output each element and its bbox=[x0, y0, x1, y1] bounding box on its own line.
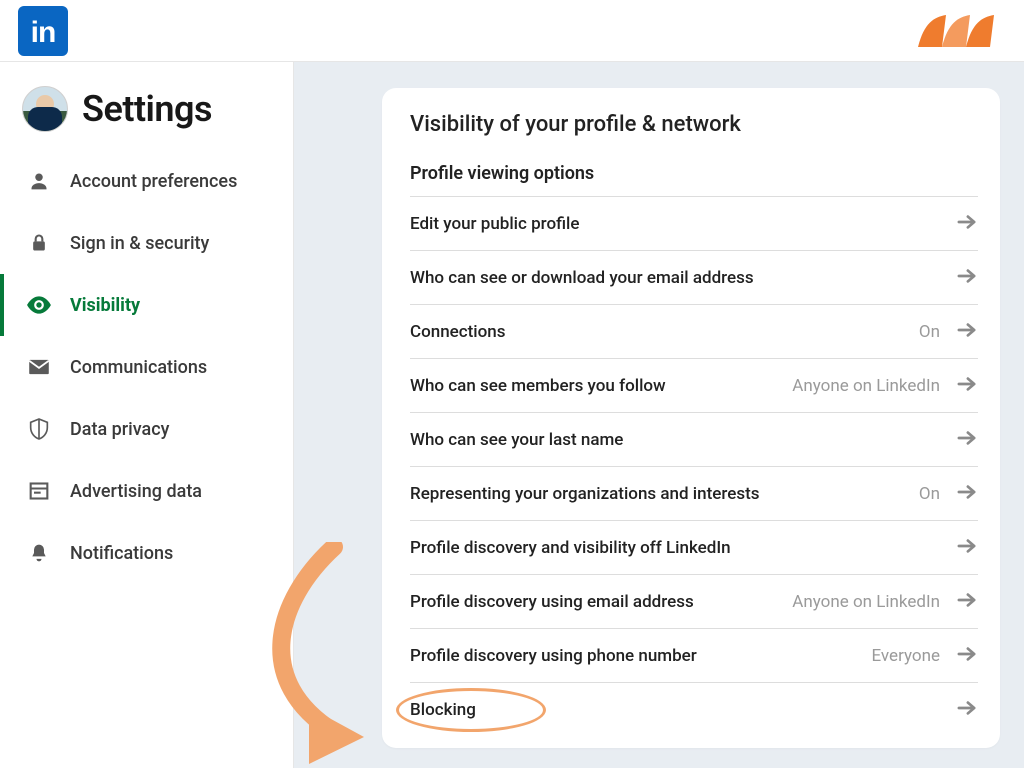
setting-row-label: Blocking bbox=[410, 700, 476, 720]
setting-row-value: Anyone on LinkedIn bbox=[792, 592, 940, 612]
setting-row-blocking[interactable]: Blocking bbox=[410, 683, 978, 737]
arrow-right-icon bbox=[956, 213, 978, 235]
arrow-right-icon bbox=[956, 645, 978, 667]
setting-row-label: Who can see your last name bbox=[410, 430, 623, 450]
setting-row-value: On bbox=[919, 484, 940, 504]
setting-row-label: Profile discovery using phone number bbox=[410, 646, 697, 666]
setting-row-label: Who can see members you follow bbox=[410, 376, 666, 396]
sidebar-item-advertising-data[interactable]: Advertising data bbox=[0, 460, 293, 522]
section-title: Visibility of your profile & network bbox=[410, 112, 978, 137]
person-icon bbox=[26, 171, 52, 191]
sidebar-item-label: Sign in & security bbox=[70, 233, 209, 254]
group-title: Profile viewing options bbox=[410, 163, 978, 184]
sidebar-item-communications[interactable]: Communications bbox=[0, 336, 293, 398]
sidebar-item-visibility[interactable]: Visibility bbox=[0, 274, 293, 336]
arrow-right-icon bbox=[956, 321, 978, 343]
linkedin-logo-text: in bbox=[31, 16, 56, 50]
settings-rows: Edit your public profile Who can see or d… bbox=[410, 196, 978, 737]
shield-icon bbox=[26, 418, 52, 440]
setting-row-label: Profile discovery and visibility off Lin… bbox=[410, 538, 731, 558]
arrow-right-icon bbox=[956, 375, 978, 397]
setting-row-profile-discovery-using-email-address[interactable]: Profile discovery using email address Any… bbox=[410, 575, 978, 629]
setting-row-who-can-see-members-you-follow[interactable]: Who can see members you follow Anyone on … bbox=[410, 359, 978, 413]
setting-row-label: Representing your organizations and inte… bbox=[410, 484, 760, 504]
setting-row-value: Everyone bbox=[871, 646, 940, 666]
bell-icon bbox=[26, 542, 52, 564]
eye-icon bbox=[26, 296, 52, 314]
setting-row-connections[interactable]: Connections On bbox=[410, 305, 978, 359]
arrow-right-icon bbox=[956, 267, 978, 289]
main-area: Visibility of your profile & network Pro… bbox=[294, 62, 1024, 768]
settings-sidebar: Settings Account preferences Sign in & se… bbox=[0, 62, 294, 768]
setting-row-value: Anyone on LinkedIn bbox=[792, 376, 940, 396]
sidebar-item-label: Notifications bbox=[70, 543, 173, 564]
arrow-right-icon bbox=[956, 591, 978, 613]
sidebar-item-label: Advertising data bbox=[70, 481, 202, 502]
avatar[interactable] bbox=[22, 86, 68, 132]
brand-waves-logo bbox=[912, 11, 1008, 51]
window-icon bbox=[26, 481, 52, 501]
sidebar-item-notifications[interactable]: Notifications bbox=[0, 522, 293, 584]
settings-nav: Account preferences Sign in & security Vis… bbox=[0, 150, 293, 584]
mail-icon bbox=[26, 359, 52, 375]
arrow-right-icon bbox=[956, 699, 978, 721]
setting-row-label: Edit your public profile bbox=[410, 214, 579, 234]
linkedin-logo[interactable]: in bbox=[18, 6, 68, 56]
sidebar-header: Settings bbox=[0, 86, 293, 150]
sidebar-item-sign-in-security[interactable]: Sign in & security bbox=[0, 212, 293, 274]
arrow-right-icon bbox=[956, 537, 978, 559]
sidebar-item-data-privacy[interactable]: Data privacy bbox=[0, 398, 293, 460]
setting-row-representing-your-organizations-and-interests[interactable]: Representing your organizations and inte… bbox=[410, 467, 978, 521]
setting-row-profile-discovery-and-visibility-off-linkedin[interactable]: Profile discovery and visibility off Lin… bbox=[410, 521, 978, 575]
sidebar-item-label: Data privacy bbox=[70, 419, 169, 440]
setting-row-label: Who can see or download your email addre… bbox=[410, 268, 754, 288]
setting-row-who-can-see-your-last-name[interactable]: Who can see your last name bbox=[410, 413, 978, 467]
sidebar-item-account-preferences[interactable]: Account preferences bbox=[0, 150, 293, 212]
visibility-card: Visibility of your profile & network Pro… bbox=[382, 88, 1000, 748]
page-title: Settings bbox=[82, 88, 212, 130]
sidebar-item-label: Visibility bbox=[70, 295, 140, 316]
setting-row-profile-discovery-using-phone-number[interactable]: Profile discovery using phone number Ever… bbox=[410, 629, 978, 683]
setting-row-edit-your-public-profile[interactable]: Edit your public profile bbox=[410, 197, 978, 251]
lock-icon bbox=[26, 232, 52, 254]
arrow-right-icon bbox=[956, 429, 978, 451]
setting-row-who-can-see-or-download-your-email-address[interactable]: Who can see or download your email addre… bbox=[410, 251, 978, 305]
sidebar-item-label: Account preferences bbox=[70, 171, 237, 192]
setting-row-label: Profile discovery using email address bbox=[410, 592, 694, 612]
setting-row-value: On bbox=[919, 322, 940, 342]
top-bar: in bbox=[0, 0, 1024, 62]
sidebar-item-label: Communications bbox=[70, 357, 207, 378]
arrow-right-icon bbox=[956, 483, 978, 505]
setting-row-label: Connections bbox=[410, 322, 506, 342]
